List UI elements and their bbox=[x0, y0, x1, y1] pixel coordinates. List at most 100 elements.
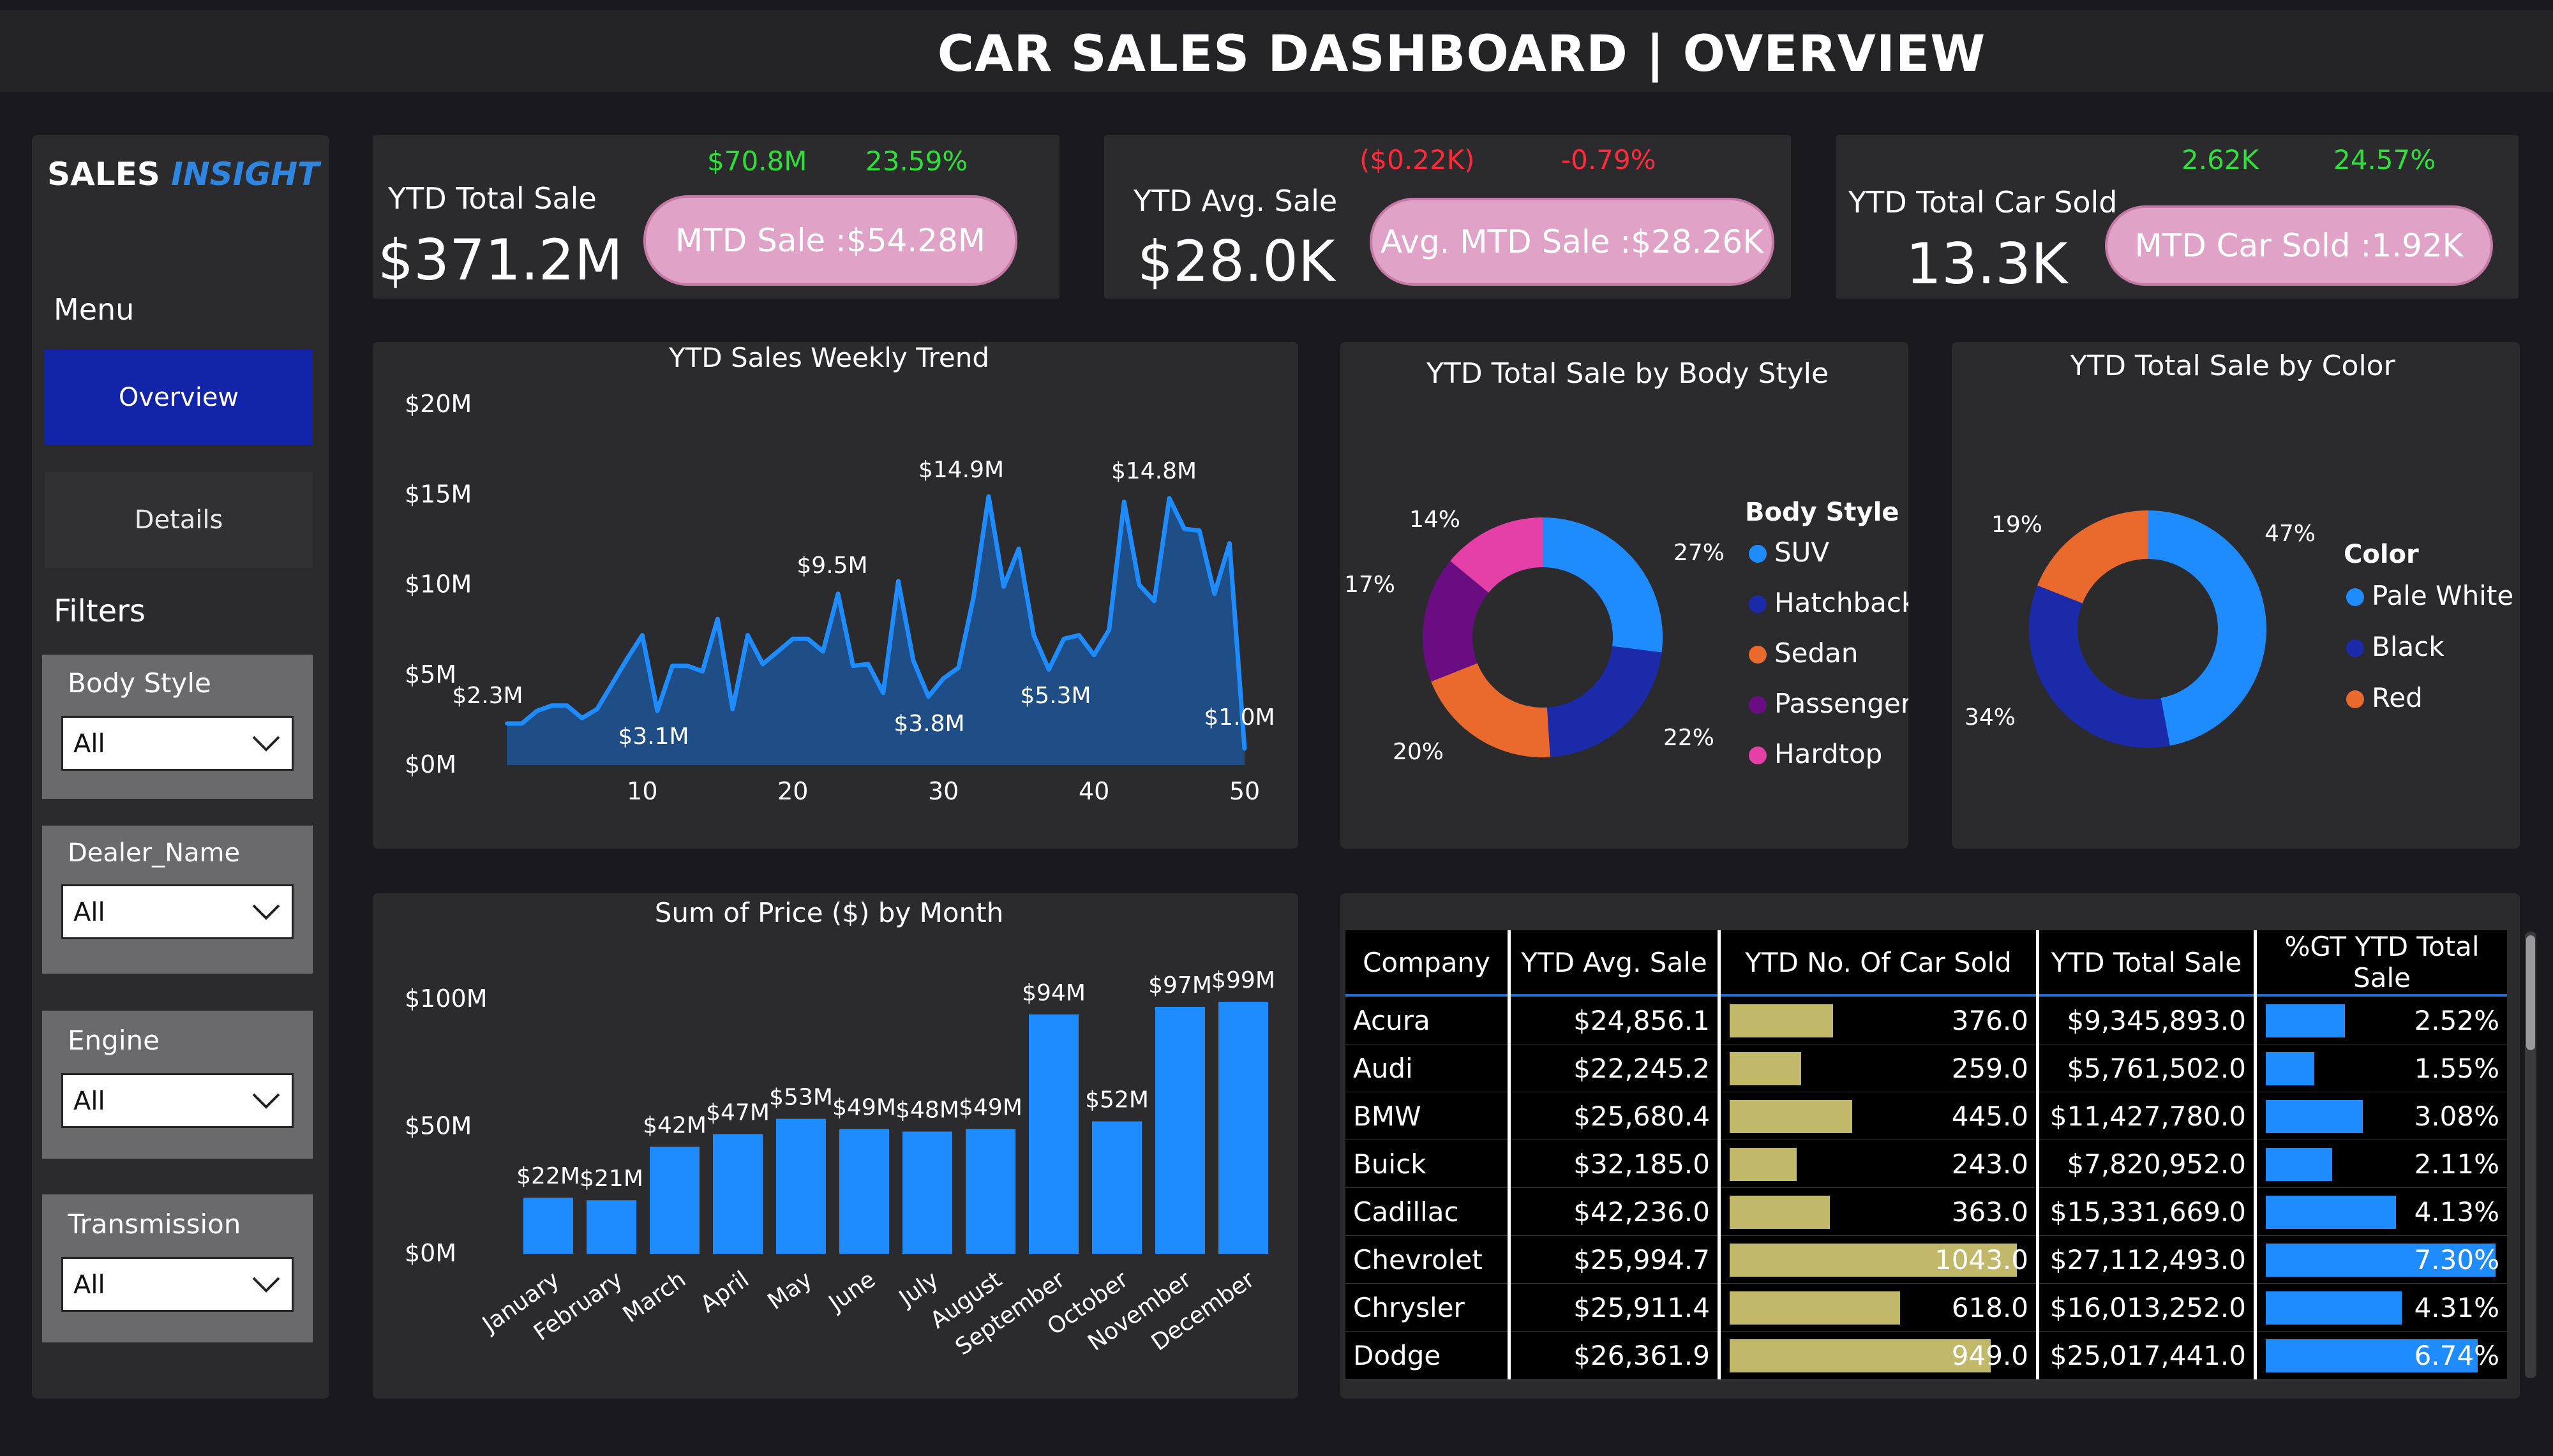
month-bar[interactable] bbox=[776, 1118, 826, 1254]
trend-y-tick: $20M bbox=[405, 390, 472, 418]
body-style-dropdown[interactable]: All bbox=[61, 716, 294, 771]
table-row[interactable]: Buick $32,185.0 243.0 $7,820,952.0 2.11% bbox=[1345, 1140, 2507, 1188]
cell-avg-sale: $24,856.1 bbox=[1509, 995, 1721, 1044]
gt-pct-databar bbox=[2266, 1100, 2363, 1133]
cars-sold-value: 445.0 bbox=[1951, 1100, 2028, 1132]
trend-point bbox=[1077, 633, 1081, 637]
dealer-name-dropdown[interactable]: All bbox=[61, 884, 294, 939]
cell-company: Chevrolet bbox=[1345, 1235, 1511, 1284]
month-bar[interactable] bbox=[587, 1200, 636, 1254]
bar-x-tick: March bbox=[618, 1267, 691, 1328]
transmission-dropdown[interactable]: All bbox=[61, 1257, 294, 1312]
nav-overview-button[interactable]: Overview bbox=[45, 350, 313, 445]
bar-data-label: $99M bbox=[1211, 967, 1275, 993]
body-style-legend-marker bbox=[1749, 545, 1767, 563]
trend-point bbox=[971, 595, 976, 600]
trend-point bbox=[730, 707, 735, 711]
bar-data-label: $21M bbox=[580, 1166, 643, 1192]
brand-logo: SALES INSIGHT bbox=[47, 156, 319, 193]
mtd-cars-sold-pill: MTD Car Sold :1.92K bbox=[2105, 205, 2493, 286]
color-slice[interactable] bbox=[2148, 510, 2266, 746]
month-bar[interactable] bbox=[713, 1134, 763, 1254]
body-style-legend-marker bbox=[1749, 595, 1767, 613]
gt-pct-value: 2.52% bbox=[2414, 1004, 2499, 1036]
cell-total-sale: $27,112,493.0 bbox=[2037, 1235, 2257, 1284]
month-bar[interactable] bbox=[902, 1131, 952, 1254]
cell-company: Chrysler bbox=[1345, 1283, 1511, 1332]
trend-data-label: $14.8M bbox=[1111, 458, 1197, 484]
cell-avg-sale: $42,236.0 bbox=[1509, 1187, 1721, 1236]
cell-total-sale: $16,013,252.0 bbox=[2037, 1283, 2257, 1332]
table-row[interactable]: Chrysler $25,911.4 618.0 $16,013,252.0 4.31% bbox=[1345, 1283, 2507, 1332]
bar-y-tick: $50M bbox=[405, 1112, 472, 1140]
body-style-slice[interactable] bbox=[1431, 663, 1550, 757]
trend-data-label: $3.8M bbox=[894, 711, 964, 737]
body-style-pct-label: 20% bbox=[1393, 739, 1444, 765]
trend-point bbox=[550, 703, 554, 708]
col-company[interactable]: Company bbox=[1345, 930, 1511, 997]
trend-point bbox=[1001, 584, 1006, 589]
trend-point bbox=[941, 676, 946, 681]
color-slice[interactable] bbox=[2029, 585, 2170, 748]
trend-point bbox=[1047, 667, 1051, 672]
body-style-slice[interactable] bbox=[1543, 517, 1663, 653]
body-style-slice[interactable] bbox=[1546, 646, 1662, 757]
cell-avg-sale: $32,185.0 bbox=[1509, 1140, 1721, 1188]
kpi-avg-sale-label: YTD Avg. Sale bbox=[1134, 184, 1338, 218]
cars-sold-value: 259.0 bbox=[1951, 1052, 2028, 1084]
cell-gt-pct: 1.55% bbox=[2255, 1044, 2507, 1092]
trend-x-tick: 30 bbox=[928, 777, 959, 805]
table-row[interactable]: BMW $25,680.4 445.0 $11,427,780.0 3.08% bbox=[1345, 1092, 2507, 1140]
month-bar[interactable] bbox=[650, 1147, 700, 1254]
table-scrollbar[interactable] bbox=[2525, 932, 2536, 1378]
gt-pct-value: 4.31% bbox=[2414, 1291, 2499, 1323]
col-ytd-cars-sold[interactable]: YTD No. Of Car Sold bbox=[1719, 930, 2039, 997]
trend-point bbox=[1017, 547, 1021, 551]
gt-pct-value: 3.08% bbox=[2414, 1100, 2499, 1132]
trend-point bbox=[821, 650, 825, 654]
bar-data-label: $22M bbox=[516, 1163, 580, 1189]
month-bar[interactable] bbox=[523, 1198, 573, 1254]
bar-data-label: $49M bbox=[959, 1094, 1022, 1120]
nav-overview-label: Overview bbox=[118, 383, 239, 412]
month-bar[interactable] bbox=[1092, 1121, 1142, 1254]
avg-mtd-sale-text: Avg. MTD Sale :$28.26K bbox=[1381, 223, 1763, 260]
cell-company: Buick bbox=[1345, 1140, 1511, 1188]
cars-sold-value: 363.0 bbox=[1951, 1196, 2028, 1228]
trend-point bbox=[655, 709, 659, 713]
trend-point bbox=[851, 664, 855, 668]
nav-details-button[interactable]: Details bbox=[45, 472, 313, 568]
filter-engine-label: Engine bbox=[68, 1025, 160, 1056]
color-slice[interactable] bbox=[2037, 510, 2148, 604]
month-bar[interactable] bbox=[1029, 1014, 1079, 1254]
trend-point bbox=[1122, 500, 1127, 504]
body-style-pct-label: 14% bbox=[1409, 507, 1460, 533]
trend-point bbox=[956, 665, 961, 670]
month-bar[interactable] bbox=[1155, 1006, 1205, 1254]
table-scrollbar-thumb[interactable] bbox=[2526, 935, 2535, 1050]
col-gt-total-sale[interactable]: %GT YTD Total Sale bbox=[2255, 930, 2507, 997]
trend-data-label: $2.3M bbox=[452, 683, 523, 709]
cell-avg-sale: $26,361.9 bbox=[1509, 1331, 1721, 1379]
trend-point bbox=[1243, 747, 1247, 751]
engine-dropdown[interactable]: All bbox=[61, 1073, 294, 1128]
cell-avg-sale: $25,994.7 bbox=[1509, 1235, 1721, 1284]
trend-point bbox=[565, 703, 569, 708]
table-row[interactable]: Cadillac $42,236.0 363.0 $15,331,669.0 4.13% bbox=[1345, 1187, 2507, 1236]
body-style-donut-chart: 27% 22% 20% 17% 14% SUV Hatchback Sedan Passenge… bbox=[1344, 507, 1908, 769]
col-ytd-avg-sale[interactable]: YTD Avg. Sale bbox=[1509, 930, 1721, 997]
month-bar[interactable] bbox=[966, 1129, 1015, 1254]
table-row[interactable]: Chevrolet $25,994.7 1043.0 $27,112,493.0 7.3… bbox=[1345, 1235, 2507, 1284]
table-row[interactable]: Dodge $26,361.9 949.0 $25,017,441.0 6.74% bbox=[1345, 1331, 2507, 1379]
month-bar[interactable] bbox=[839, 1129, 889, 1254]
trend-point bbox=[986, 494, 991, 499]
filters-label: Filters bbox=[54, 593, 146, 629]
table-row[interactable]: Audi $22,245.2 259.0 $5,761,502.0 1.55% bbox=[1345, 1044, 2507, 1092]
month-bar[interactable] bbox=[1218, 1001, 1268, 1254]
col-ytd-total-sale[interactable]: YTD Total Sale bbox=[2037, 930, 2257, 997]
bar-data-label: $48M bbox=[895, 1097, 959, 1123]
table-row[interactable]: Acura $24,856.1 376.0 $9,345,893.0 2.52% bbox=[1345, 995, 2507, 1044]
weekly-trend-chart: $20M $15M $10M $5M $0M 10 20 30 40 50 $2.3M $3.1M $9… bbox=[405, 390, 1275, 805]
cell-total-sale: $25,017,441.0 bbox=[2037, 1331, 2257, 1379]
color-pct-label: 34% bbox=[1965, 704, 2016, 731]
